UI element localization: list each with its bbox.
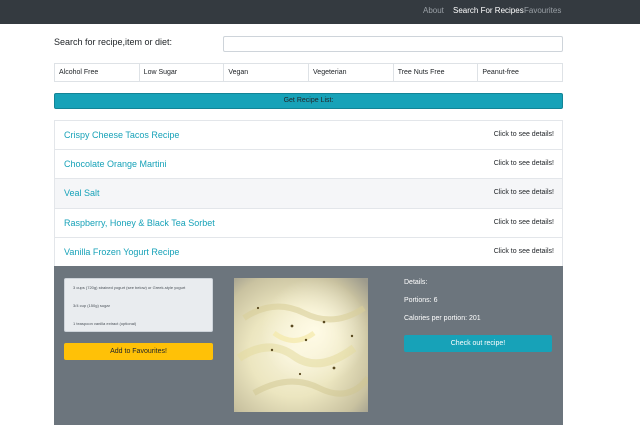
recipe-details-link[interactable]: Click to see details! <box>494 189 554 196</box>
recipe-details-link[interactable]: Click to see details! <box>494 248 554 255</box>
check-out-recipe-button[interactable]: Check out recipe! <box>404 335 552 352</box>
ingredient-item: 1 teaspoon vanilla extract (optional) <box>73 321 137 326</box>
recipe-title[interactable]: Raspberry, Honey & Black Tea Sorbet <box>64 218 215 228</box>
calories-text: Calories per portion: 201 <box>404 315 481 322</box>
recipe-row[interactable]: Raspberry, Honey & Black Tea Sorbet Clic… <box>54 208 563 238</box>
nav-link-favourites[interactable]: Favourites <box>524 6 561 15</box>
ingredients-list: 3 cups (720g) strained yogurt (see below… <box>64 278 213 332</box>
filter-alcohol-free[interactable]: Alcohol Free <box>55 64 140 81</box>
recipe-title[interactable]: Crispy Cheese Tacos Recipe <box>64 130 179 140</box>
filter-peanut-free[interactable]: Peanut-free <box>478 64 562 81</box>
recipe-title[interactable]: Veal Salt <box>64 188 100 198</box>
filter-tree-nuts-free[interactable]: Tree Nuts Free <box>394 64 479 81</box>
recipe-details-link[interactable]: Click to see details! <box>494 219 554 226</box>
nav-link-search-recipes[interactable]: Search For Recipes <box>453 6 524 15</box>
recipe-list: Crispy Cheese Tacos Recipe Click to see … <box>54 120 563 268</box>
nav-link-about[interactable]: About <box>423 6 444 15</box>
recipe-row[interactable]: Veal Salt Click to see details! <box>54 179 563 209</box>
recipe-title[interactable]: Chocolate Orange Martini <box>64 159 167 169</box>
recipe-title[interactable]: Vanilla Frozen Yogurt Recipe <box>64 247 179 257</box>
portions-text: Portions: 6 <box>404 297 438 304</box>
ingredient-item: 3 cups (720g) strained yogurt (see below… <box>73 285 186 290</box>
top-navbar: About Search For Recipes Favourites <box>0 0 640 24</box>
filter-vegetarian[interactable]: Vegeterian <box>309 64 394 81</box>
diet-filter-bar: Alcohol Free Low Sugar Vegan Vegeterian … <box>54 63 563 82</box>
filter-vegan[interactable]: Vegan <box>224 64 310 81</box>
ingredient-item: 3/4 cup (150g) sugar <box>73 303 110 308</box>
search-input[interactable] <box>223 36 563 52</box>
recipe-photo <box>234 278 368 412</box>
recipe-row[interactable]: Crispy Cheese Tacos Recipe Click to see … <box>54 120 563 150</box>
filter-low-sugar[interactable]: Low Sugar <box>140 64 225 81</box>
add-to-favourites-button[interactable]: Add to Favourites! <box>64 343 213 360</box>
get-recipe-list-button[interactable]: Get Recipe List: <box>54 93 563 109</box>
recipe-details-link[interactable]: Click to see details! <box>494 160 554 167</box>
recipe-details-link[interactable]: Click to see details! <box>494 131 554 138</box>
recipe-detail-panel: 3 cups (720g) strained yogurt (see below… <box>54 266 563 425</box>
search-label: Search for recipe,item or diet: <box>54 37 173 47</box>
recipe-row[interactable]: Chocolate Orange Martini Click to see de… <box>54 149 563 179</box>
recipe-row[interactable]: Vanilla Frozen Yogurt Recipe Click to se… <box>54 238 563 268</box>
details-heading: Details: <box>404 279 428 286</box>
